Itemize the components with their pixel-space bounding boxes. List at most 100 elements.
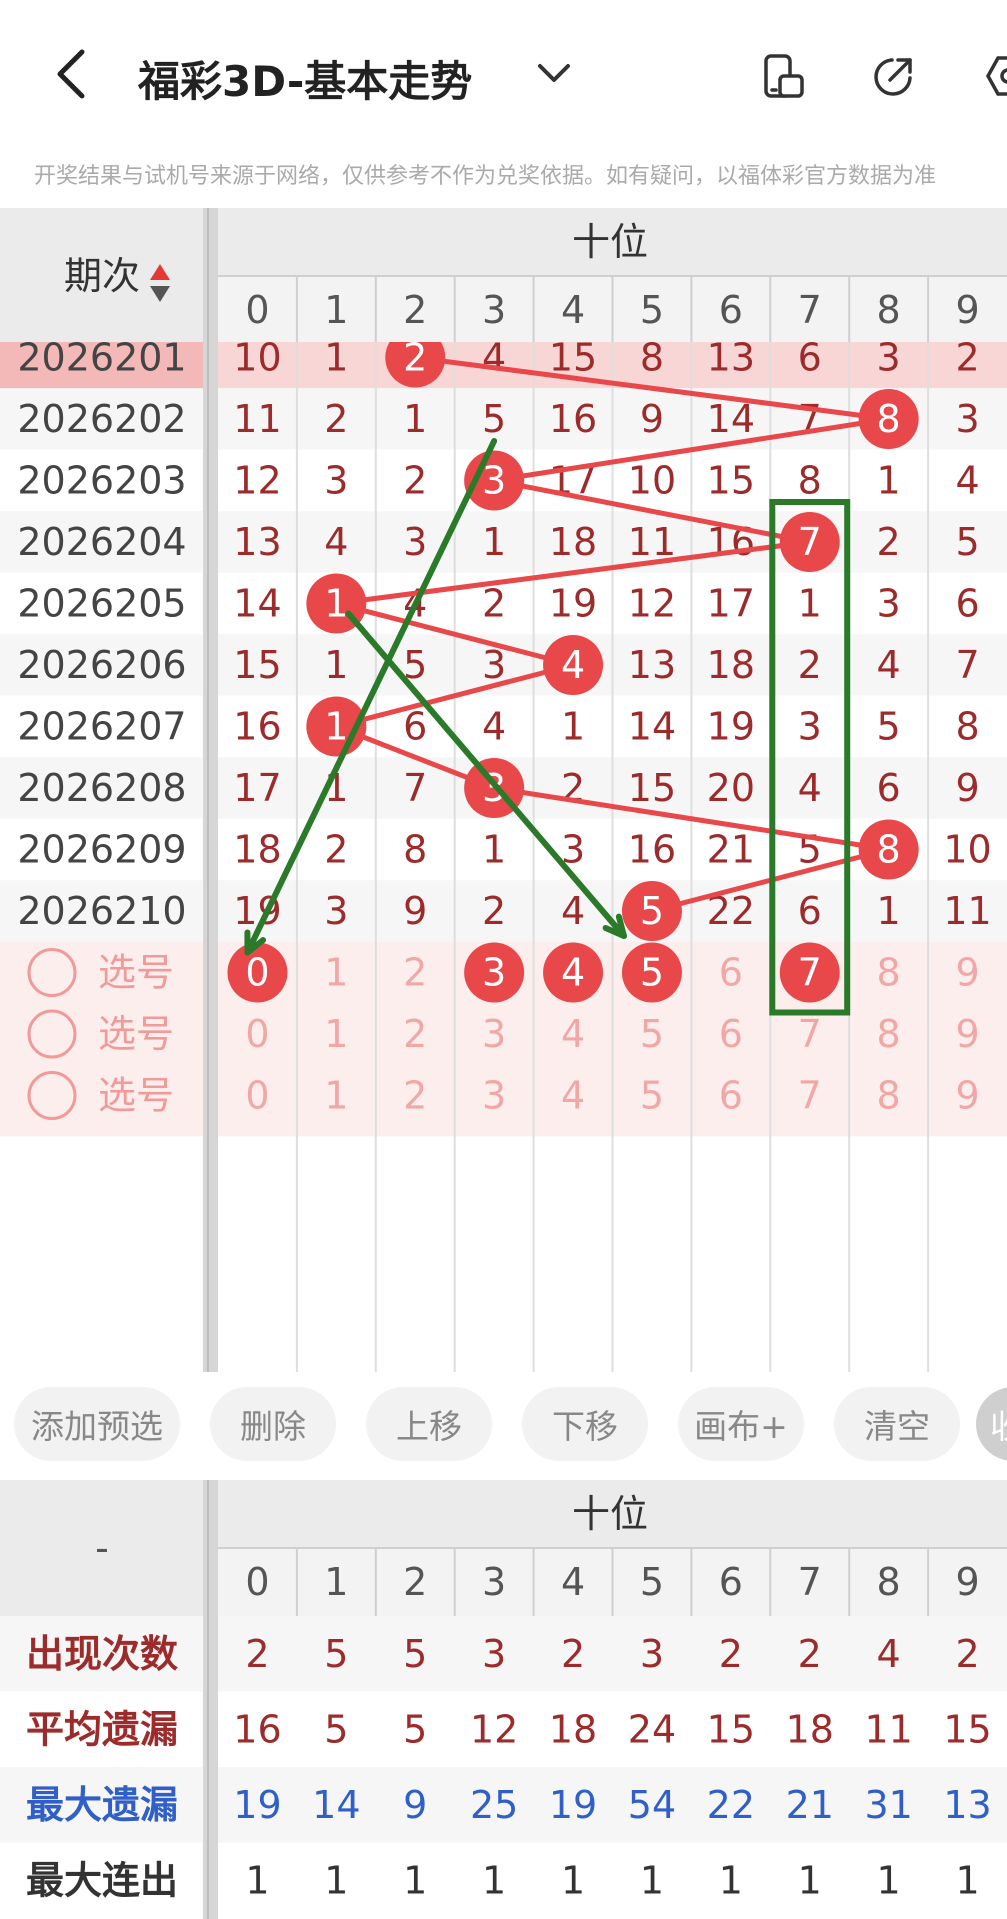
period-number: 2026201 bbox=[17, 336, 186, 380]
pick-digit[interactable]: 6 bbox=[719, 1012, 743, 1056]
pick-digit[interactable]: 1 bbox=[324, 1074, 348, 1118]
digit-header-5: 5 bbox=[640, 288, 664, 332]
digit-header-8: 8 bbox=[877, 288, 901, 332]
omission-cell: 16 bbox=[233, 705, 281, 749]
pick-digit[interactable]: 5 bbox=[640, 1074, 664, 1118]
omission-cell: 3 bbox=[482, 643, 506, 687]
clear-button[interactable]: 清空 bbox=[834, 1387, 960, 1461]
pick-digit[interactable]: 7 bbox=[798, 1012, 822, 1056]
move-up-button[interactable]: 上移 bbox=[366, 1387, 492, 1461]
stats-value: 1 bbox=[324, 1858, 348, 1902]
stats-value: 9 bbox=[403, 1783, 427, 1827]
pick-digit[interactable]: 9 bbox=[955, 1012, 979, 1056]
pick-digit[interactable]: 1 bbox=[324, 1012, 348, 1056]
settings-icon[interactable] bbox=[984, 52, 1007, 100]
stats-value: 3 bbox=[640, 1632, 664, 1676]
hit-value: 8 bbox=[877, 397, 901, 441]
stats-value: 1 bbox=[482, 1858, 506, 1902]
stats-row: 平均遗漏 16 5 5 12 18 24 15 18 11 15 bbox=[0, 1691, 1007, 1767]
pick-digit[interactable]: 2 bbox=[403, 1074, 427, 1118]
share-icon[interactable] bbox=[870, 52, 918, 100]
omission-cell: 18 bbox=[707, 643, 755, 687]
omission-cell: 12 bbox=[233, 459, 281, 503]
omission-cell: 2 bbox=[324, 397, 348, 441]
stats-value: 15 bbox=[943, 1707, 991, 1751]
stats-value: 12 bbox=[470, 1707, 518, 1751]
pick-digit[interactable]: 7 bbox=[798, 1074, 822, 1118]
pick-digit[interactable]: 0 bbox=[245, 1012, 269, 1056]
stats-value: 1 bbox=[245, 1858, 269, 1902]
period-number: 2026206 bbox=[17, 643, 186, 687]
hit-value: 1 bbox=[324, 705, 348, 749]
pick-digit[interactable]: 2 bbox=[403, 1012, 427, 1056]
omission-cell: 3 bbox=[324, 459, 348, 503]
pick-digit[interactable]: 8 bbox=[877, 951, 901, 995]
back-icon[interactable] bbox=[52, 48, 92, 100]
move-down-button[interactable]: 下移 bbox=[522, 1387, 648, 1461]
selected-digit: 4 bbox=[561, 951, 585, 995]
stats-value: 2 bbox=[798, 1632, 822, 1676]
omission-cell: 19 bbox=[707, 705, 755, 749]
stats-row-label: 最大遗漏 bbox=[26, 1783, 178, 1827]
hit-value: 1 bbox=[324, 582, 348, 626]
omission-cell: 5 bbox=[877, 705, 901, 749]
omission-cell: 19 bbox=[549, 582, 597, 626]
pick-digit[interactable]: 3 bbox=[482, 1074, 506, 1118]
pick-digit[interactable]: 1 bbox=[324, 951, 348, 995]
pick-digit[interactable]: 2 bbox=[403, 951, 427, 995]
selected-digit: 5 bbox=[640, 951, 664, 995]
canvas-plus-button[interactable]: 画布+ bbox=[678, 1387, 804, 1461]
page-title[interactable]: 福彩3D-基本走势 bbox=[138, 48, 472, 109]
add-preselect-button[interactable]: 添加预选 bbox=[14, 1387, 180, 1461]
stats-value: 19 bbox=[233, 1783, 281, 1827]
omission-cell: 1 bbox=[403, 397, 427, 441]
omission-cell: 18 bbox=[233, 828, 281, 872]
omission-cell: 11 bbox=[943, 889, 991, 933]
collapse-button[interactable]: 收 bbox=[976, 1387, 1007, 1461]
pick-digit[interactable]: 3 bbox=[482, 1012, 506, 1056]
omission-cell: 6 bbox=[798, 889, 822, 933]
pick-digit[interactable]: 8 bbox=[877, 1074, 901, 1118]
pick-digit[interactable]: 8 bbox=[877, 1012, 901, 1056]
pick-digit[interactable]: 9 bbox=[955, 951, 979, 995]
delete-button[interactable]: 删除 bbox=[210, 1387, 336, 1461]
omission-cell: 14 bbox=[233, 582, 281, 626]
digit-header-3: 3 bbox=[482, 288, 506, 332]
omission-cell: 8 bbox=[798, 459, 822, 503]
pick-digit[interactable]: 4 bbox=[561, 1074, 585, 1118]
period-column-header: 期次 bbox=[64, 254, 140, 298]
omission-cell: 1 bbox=[482, 828, 506, 872]
pick-digit[interactable]: 6 bbox=[719, 1074, 743, 1118]
omission-cell: 16 bbox=[628, 828, 676, 872]
omission-cell: 2 bbox=[324, 828, 348, 872]
device-switch-icon[interactable] bbox=[760, 52, 808, 100]
stats-value: 1 bbox=[403, 1858, 427, 1902]
omission-cell: 4 bbox=[482, 336, 506, 380]
omission-cell: 7 bbox=[403, 766, 427, 810]
stats-value: 5 bbox=[403, 1707, 427, 1751]
omission-cell: 11 bbox=[233, 397, 281, 441]
pick-digit[interactable]: 9 bbox=[955, 1074, 979, 1118]
omission-cell: 9 bbox=[403, 889, 427, 933]
selected-digit: 0 bbox=[245, 951, 269, 995]
omission-cell: 13 bbox=[628, 643, 676, 687]
hit-value: 5 bbox=[640, 889, 664, 933]
pick-digit[interactable]: 5 bbox=[640, 1012, 664, 1056]
period-number: 2026209 bbox=[17, 828, 186, 872]
period-number: 2026207 bbox=[17, 705, 186, 749]
stats-row-label: 最大连出 bbox=[26, 1858, 178, 1902]
omission-cell: 6 bbox=[955, 582, 979, 626]
stats-value: 1 bbox=[640, 1858, 664, 1902]
pick-digit[interactable]: 4 bbox=[561, 1012, 585, 1056]
omission-cell: 9 bbox=[955, 766, 979, 810]
pick-digit[interactable]: 6 bbox=[719, 951, 743, 995]
omission-cell: 5 bbox=[482, 397, 506, 441]
stats-value: 18 bbox=[786, 1707, 834, 1751]
pick-digit[interactable]: 0 bbox=[245, 1074, 269, 1118]
omission-cell: 10 bbox=[233, 336, 281, 380]
pick-label: 选号 bbox=[98, 1012, 174, 1056]
chevron-down-icon[interactable] bbox=[534, 58, 574, 88]
omission-cell: 17 bbox=[233, 766, 281, 810]
omission-cell: 14 bbox=[707, 397, 755, 441]
omission-cell: 8 bbox=[955, 705, 979, 749]
